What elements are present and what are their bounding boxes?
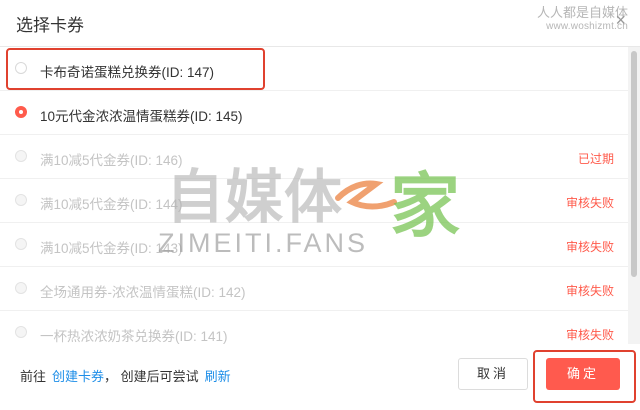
dialog-header: 选择卡券 人人都是自媒体 www.woshizmt.cn × [0, 0, 640, 47]
coupon-label: 满10减5代金券(ID: 146) [40, 153, 183, 168]
list-scrollbar[interactable] [628, 47, 640, 344]
confirm-button[interactable]: 确定 [546, 358, 620, 390]
create-coupon-link[interactable]: 创建卡券 [52, 369, 104, 384]
watermark-top-line1: 人人都是自媒体 [536, 5, 628, 20]
coupon-status: 已过期 [577, 152, 614, 166]
cancel-button[interactable]: 取消 [458, 358, 528, 390]
footer-prefix: 前往 [20, 369, 47, 384]
watermark-top-right: 人人都是自媒体 www.woshizmt.cn [536, 5, 628, 32]
coupon-status: 审核失败 [565, 328, 614, 342]
coupon-row-145[interactable]: 10元代金浓浓温情蛋糕券(ID: 145) [0, 91, 628, 135]
coupon-row-143: 满10减5代金券(ID: 143) 审核失败 [0, 223, 628, 267]
coupon-label: 满10减5代金券(ID: 143) [40, 241, 183, 256]
select-coupon-dialog: 选择卡券 人人都是自媒体 www.woshizmt.cn × 卡布奇诺蛋糕兑换券… [0, 0, 640, 410]
coupon-status: 审核失败 [565, 196, 614, 210]
dialog-footer: 前往 创建卡券， 创建后可尝试 刷新 取消 确定 [0, 344, 640, 410]
radio-button-disabled [15, 150, 27, 162]
radio-button-disabled [15, 194, 27, 206]
coupon-label: 一杯热浓浓奶茶兑换券(ID: 141) [40, 329, 228, 344]
coupon-label: 满10减5代金券(ID: 144) [40, 197, 183, 212]
scrollbar-thumb[interactable] [631, 51, 637, 277]
footer-middle: ， 创建后可尝试 [104, 369, 199, 384]
close-icon[interactable]: × [615, 10, 626, 31]
coupon-status: 审核失败 [565, 240, 614, 254]
dialog-title: 选择卡券 [16, 16, 84, 35]
watermark-top-line2: www.woshizmt.cn [546, 20, 628, 32]
coupon-row-142: 全场通用券-浓浓温情蛋糕(ID: 142) 审核失败 [0, 267, 628, 311]
radio-button-checked[interactable] [15, 106, 27, 118]
coupon-row-141: 一杯热浓浓奶茶兑换券(ID: 141) 审核失败 [0, 311, 628, 344]
radio-button-disabled [15, 238, 27, 250]
coupon-status: 审核失败 [565, 284, 614, 298]
coupon-list: 卡布奇诺蛋糕兑换券(ID: 147) 10元代金浓浓温情蛋糕券(ID: 145)… [0, 47, 628, 344]
selected-coupon-highlight-frame [6, 48, 265, 90]
footer-hint: 前往 创建卡券， 创建后可尝试 刷新 [20, 366, 231, 385]
coupon-row-144: 满10减5代金券(ID: 144) 审核失败 [0, 179, 628, 223]
radio-button-disabled [15, 282, 27, 294]
coupon-label: 全场通用券-浓浓温情蛋糕(ID: 142) [40, 285, 246, 300]
coupon-label: 10元代金浓浓温情蛋糕券(ID: 145) [40, 109, 243, 124]
refresh-link[interactable]: 刷新 [205, 369, 231, 384]
coupon-row-146: 满10减5代金券(ID: 146) 已过期 [0, 135, 628, 179]
radio-button-disabled [15, 326, 27, 338]
